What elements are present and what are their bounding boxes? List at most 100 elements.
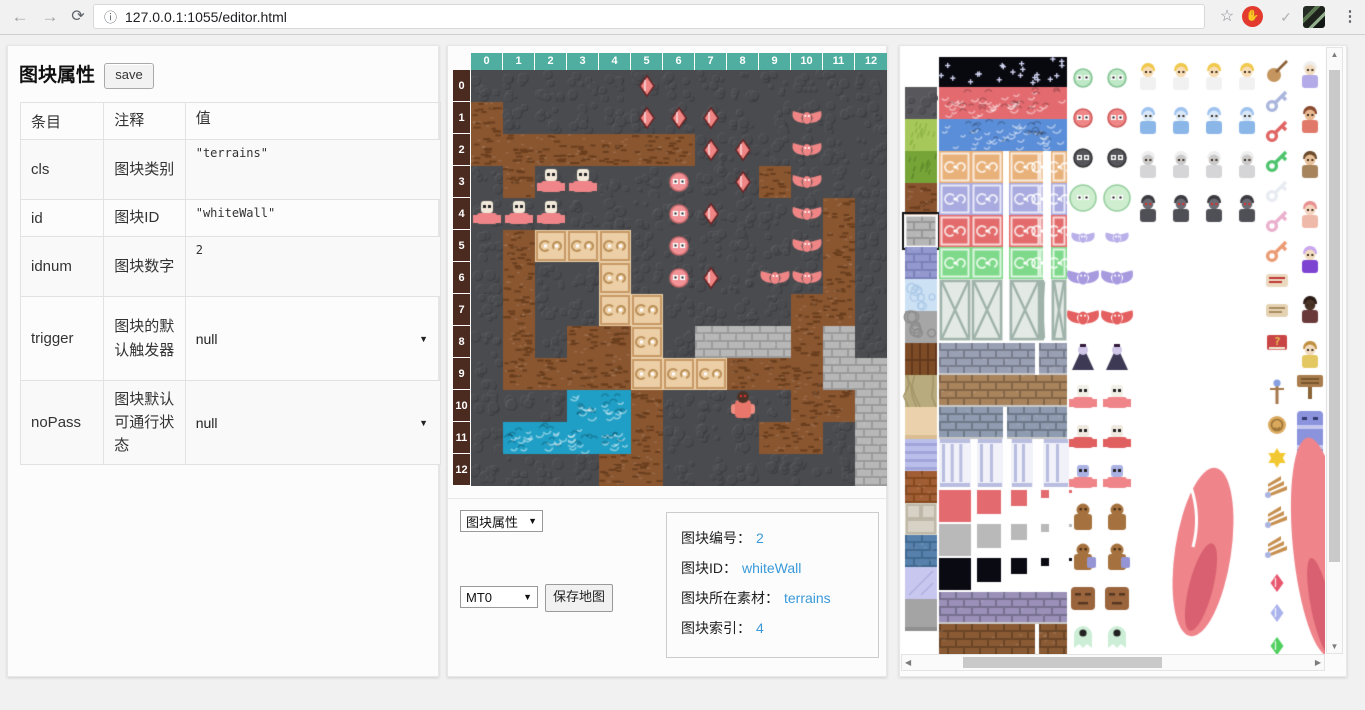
row-ruler-label: 7 <box>453 294 470 326</box>
scroll-down-icon[interactable]: ▼ <box>1327 642 1342 651</box>
prop-value: "terrains" <box>196 144 430 160</box>
row-ruler-label: 3 <box>453 166 470 198</box>
map-column-ruler: 0123456789101112 <box>471 53 887 70</box>
table-header: 条目 <box>21 103 104 140</box>
prop-comment: 图块数字 <box>104 237 185 297</box>
prop-comment: 图块默认可通行状态 <box>104 381 185 465</box>
table-row: trigger图块的默认触发器 null▼ <box>21 297 441 381</box>
prop-key: id <box>21 200 104 237</box>
scroll-right-icon[interactable]: ▶ <box>1315 658 1321 667</box>
vertical-scrollbar[interactable]: ▲ ▼ <box>1326 47 1343 654</box>
horizontal-scrollbar[interactable]: ◀ ▶ <box>901 654 1325 671</box>
horizontal-scroll-thumb[interactable] <box>963 657 1162 668</box>
row-ruler-label: 2 <box>453 134 470 166</box>
row-ruler-label: 8 <box>453 326 470 358</box>
info-label: 图块编号： <box>681 530 751 546</box>
scroll-left-icon[interactable]: ◀ <box>905 658 911 667</box>
col-ruler-label: 7 <box>695 53 727 70</box>
save-map-button[interactable]: 保存地图 <box>545 584 613 612</box>
tile-properties-panel: 图块属性 save 条目注释值 cls图块类别 "terrains" id图块ID "w… <box>7 45 439 677</box>
col-ruler-label: 4 <box>599 53 631 70</box>
table-header: 值 <box>185 103 440 140</box>
info-value: 2 <box>756 530 764 546</box>
info-label: 图块所在素材： <box>681 590 779 606</box>
prop-value-select[interactable]: null▼ <box>196 331 430 347</box>
prop-key: noPass <box>21 381 104 465</box>
row-ruler-label: 9 <box>453 358 470 390</box>
floor-select[interactable]: MT0▼ <box>460 586 538 608</box>
info-label: 图块ID： <box>681 560 737 576</box>
map-row-ruler: 0123456789101112 <box>453 70 470 486</box>
properties-table: 条目注释值cls图块类别"terrains"id图块ID"whiteWall"i… <box>20 102 441 465</box>
chevron-down-icon: ▼ <box>419 334 428 344</box>
save-button[interactable]: save <box>104 63 154 89</box>
info-label: 图块索引： <box>681 620 751 636</box>
table-row: idnum图块数字 2 <box>21 237 441 297</box>
col-ruler-label: 0 <box>471 53 503 70</box>
tileset-canvas[interactable] <box>901 47 1325 654</box>
table-row: cls图块类别 "terrains" <box>21 140 441 200</box>
extension-check-icon[interactable]: ✓ <box>1274 5 1298 29</box>
prop-key: cls <box>21 140 104 200</box>
row-ruler-label: 4 <box>453 198 470 230</box>
row-ruler-label: 10 <box>453 390 470 422</box>
tile-info-line: 图块ID： whiteWall <box>681 553 864 583</box>
col-ruler-label: 2 <box>535 53 567 70</box>
tile-info-box: 图块编号： 2 图块ID： whiteWall 图块所在素材： terrains 图块索引：… <box>666 512 879 658</box>
scrollbar-corner <box>1326 654 1343 671</box>
info-value: whiteWall <box>742 560 801 576</box>
col-ruler-label: 12 <box>855 53 887 70</box>
prop-key: trigger <box>21 297 104 381</box>
tile-info-line: 图块所在素材： terrains <box>681 583 864 613</box>
chevron-down-icon: ▼ <box>528 516 537 526</box>
col-ruler-label: 6 <box>663 53 695 70</box>
prop-comment: 图块ID <box>104 200 185 237</box>
prop-value: 2 <box>196 241 430 257</box>
prop-comment: 图块类别 <box>104 140 185 200</box>
panel-title: 图块属性 <box>19 60 95 87</box>
info-value: terrains <box>784 590 831 606</box>
avatar[interactable] <box>1303 6 1325 28</box>
col-ruler-label: 3 <box>567 53 599 70</box>
url-text[interactable]: 127.0.0.1:1055/editor.html <box>125 9 287 25</box>
prop-key: idnum <box>21 237 104 297</box>
vertical-scroll-thumb[interactable] <box>1329 70 1340 562</box>
tileset-panel: ▲ ▼ ◀ ▶ <box>899 45 1347 677</box>
table-row: noPass图块默认可通行状态 null▼ <box>21 381 441 465</box>
col-ruler-label: 11 <box>823 53 855 70</box>
row-ruler-label: 11 <box>453 422 470 454</box>
row-ruler-label: 0 <box>453 70 470 102</box>
col-ruler-label: 10 <box>791 53 823 70</box>
extension-hand-icon[interactable]: ✋ <box>1242 6 1263 27</box>
prop-value-select[interactable]: null▼ <box>196 415 430 431</box>
prop-comment: 图块的默认触发器 <box>104 297 185 381</box>
row-ruler-label: 5 <box>453 230 470 262</box>
col-ruler-label: 5 <box>631 53 663 70</box>
scroll-up-icon[interactable]: ▲ <box>1327 50 1342 59</box>
address-bar[interactable]: ⓘ 127.0.0.1:1055/editor.html <box>93 4 1205 29</box>
bookmark-star-icon[interactable]: ☆ <box>1215 5 1239 29</box>
map-canvas[interactable] <box>471 70 887 486</box>
browser-toolbar: ← → ⟳ ⓘ 127.0.0.1:1055/editor.html ☆ ✋ ✓… <box>0 0 1365 35</box>
tile-info-line: 图块编号： 2 <box>681 523 864 553</box>
chevron-down-icon: ▼ <box>419 418 428 428</box>
back-icon[interactable]: ← <box>8 5 32 29</box>
edit-mode-select[interactable]: 图块属性▼ <box>460 510 543 532</box>
col-ruler-label: 1 <box>503 53 535 70</box>
prop-value: "whiteWall" <box>196 204 430 220</box>
tile-info-line: 图块索引： 4 <box>681 613 864 643</box>
row-ruler-label: 6 <box>453 262 470 294</box>
info-value: 4 <box>756 620 764 636</box>
table-row: id图块ID "whiteWall" <box>21 200 441 237</box>
table-header: 注释 <box>104 103 185 140</box>
row-ruler-label: 1 <box>453 102 470 134</box>
chevron-down-icon: ▼ <box>523 592 532 602</box>
forward-icon[interactable]: → <box>38 5 62 29</box>
page-info-icon[interactable]: ⓘ <box>104 7 117 26</box>
reload-icon[interactable]: ⟳ <box>66 5 90 29</box>
col-ruler-label: 8 <box>727 53 759 70</box>
map-controls: 图块属性▼ MT0▼ 保存地图 图块编号： 2 图块ID： whiteWall 图块所在… <box>448 498 886 677</box>
map-panel: 0123456789101112 0123456789101112 图块属性▼ … <box>447 45 887 677</box>
browser-menu-icon[interactable]: ⋮ <box>1338 5 1362 29</box>
row-ruler-label: 12 <box>453 454 470 486</box>
